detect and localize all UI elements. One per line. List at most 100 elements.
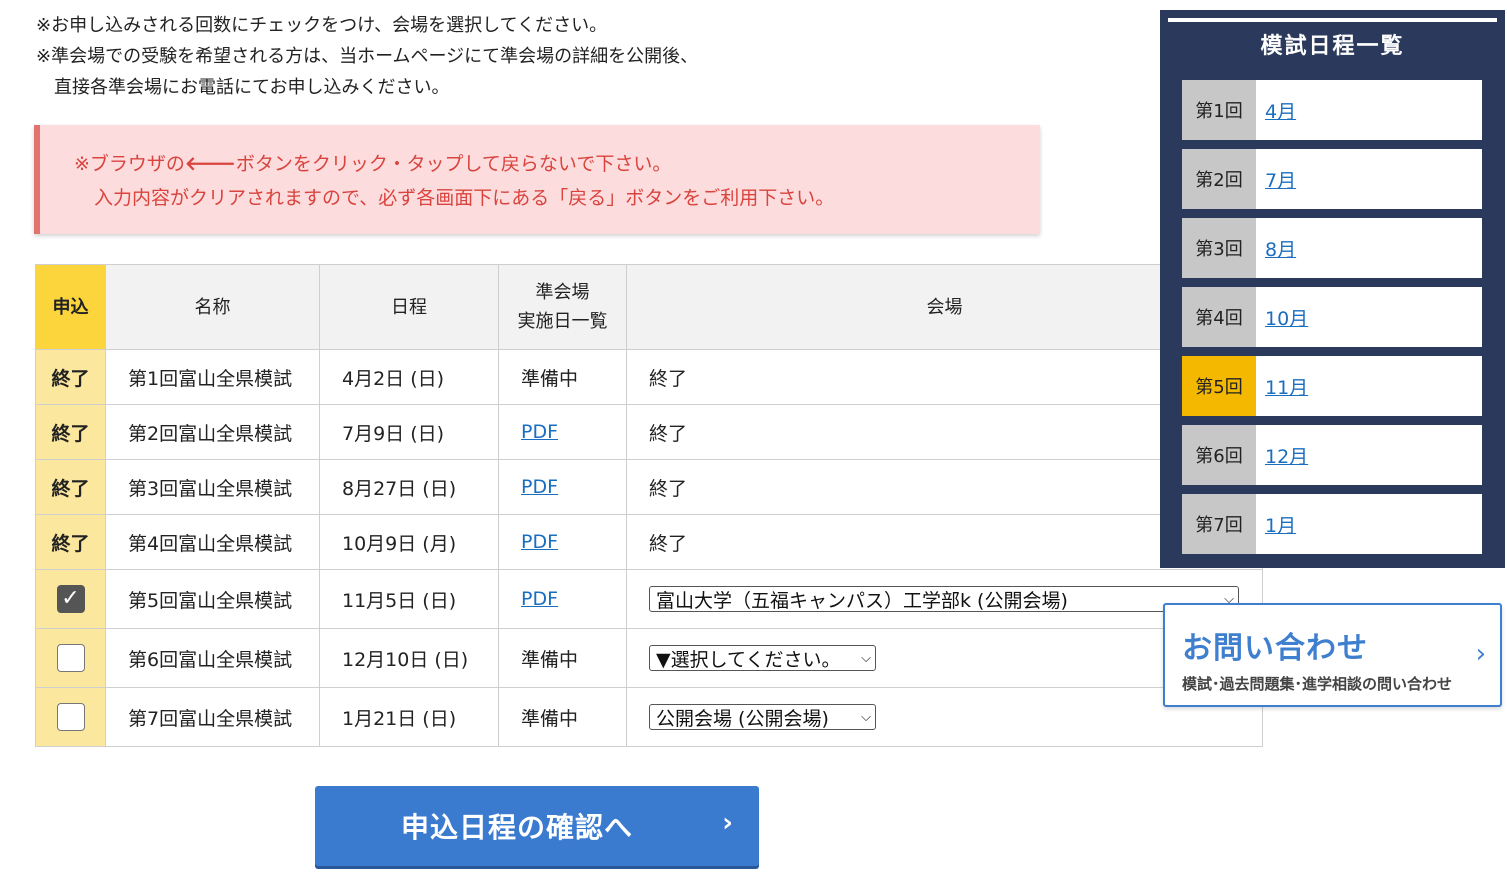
- instruction-line-3: 直接各準会場にお電話にてお申し込みください。: [54, 77, 450, 98]
- warning-line-2: 入力内容がクリアされますので、必ず各画面下にある「戻る」ボタンをご利用下さい。: [94, 187, 835, 209]
- apply-cell: ✓: [35, 569, 106, 629]
- sidebar-item-number: 第2回: [1182, 149, 1256, 209]
- sidebar-month-link[interactable]: 1月: [1265, 511, 1296, 538]
- sidebar-item-number-current: 第5回: [1182, 356, 1256, 416]
- pre-venue-cell: PDF: [498, 514, 627, 570]
- table-header-row: 申込 名称 日程 準会場 実施日一覧 会場: [35, 264, 1263, 350]
- pre-venue-cell: PDF: [498, 404, 627, 460]
- contact-title: お問い合わせ: [1182, 631, 1368, 666]
- sidebar-item-7: 第7回 1月: [1182, 494, 1482, 554]
- sidebar-item-1: 第1回 4月: [1182, 80, 1482, 140]
- apply-checkbox-7[interactable]: [56, 703, 85, 731]
- status-cell: 終了: [35, 404, 106, 460]
- venue-select-7[interactable]: 公開会場 (公開会場) ⌵: [649, 704, 876, 730]
- exam-name: 第3回富山全県模試: [105, 459, 320, 515]
- sidebar-item-number: 第4回: [1182, 287, 1256, 347]
- header-date: 日程: [319, 264, 499, 350]
- chevron-down-icon: ⌵: [861, 650, 871, 666]
- sidebar-item-month-cell: 4月: [1256, 80, 1482, 140]
- status-cell: 終了: [35, 459, 106, 515]
- sidebar-item-3: 第3回 8月: [1182, 218, 1482, 278]
- pdf-link[interactable]: PDF: [521, 588, 558, 610]
- sidebar-item-month-cell: 8月: [1256, 218, 1482, 278]
- apply-checkbox-5[interactable]: ✓: [56, 585, 85, 613]
- exam-name: 第1回富山全県模試: [105, 349, 320, 405]
- chevron-right-icon: ›: [722, 808, 733, 838]
- confirm-schedule-button[interactable]: 申込日程の確認へ ›: [315, 786, 759, 866]
- header-pre-venue-line1: 準会場: [535, 282, 590, 303]
- status-cell: 終了: [35, 514, 106, 570]
- sidebar-item-5: 第5回 11月: [1182, 356, 1482, 416]
- instruction-line-1: ※お申し込みされる回数にチェックをつけ、会場を選択してください。: [36, 15, 608, 36]
- sidebar-month-link[interactable]: 7月: [1265, 166, 1296, 193]
- sidebar-item-number: 第7回: [1182, 494, 1256, 554]
- sidebar-item-4: 第4回 10月: [1182, 287, 1482, 347]
- sidebar-item-6: 第6回 12月: [1182, 425, 1482, 485]
- apply-checkbox-6[interactable]: [56, 644, 85, 672]
- exam-date: 11月5日 (日): [319, 569, 499, 629]
- venue-select-value: 公開会場 (公開会場): [656, 707, 829, 730]
- chevron-down-icon: ⌵: [861, 709, 871, 725]
- exam-name: 第7回富山全県模試: [105, 687, 320, 747]
- sidebar-month-link[interactable]: 11月: [1265, 373, 1308, 400]
- table-row: 終了 第3回富山全県模試 8月27日 (日) PDF 終了: [35, 459, 1263, 515]
- apply-cell: [35, 628, 106, 688]
- venue-select-value: ▼選択してください。: [656, 648, 841, 671]
- warning-suffix: ボタンをクリック・タップして戻らないで下さい。: [235, 153, 672, 175]
- instructions: ※お申し込みされる回数にチェックをつけ、会場を選択してください。 ※準会場での受…: [36, 10, 698, 103]
- sidebar-item-number: 第3回: [1182, 218, 1256, 278]
- header-pre-venue: 準会場 実施日一覧: [498, 264, 627, 350]
- apply-cell: [35, 687, 106, 747]
- pre-venue-status: 準備中: [498, 628, 627, 688]
- warning-prefix: ※ブラウザの: [74, 153, 185, 175]
- table-row: 終了 第4回富山全県模試 10月9日 (月) PDF 終了: [35, 514, 1263, 570]
- exam-date: 12月10日 (日): [319, 628, 499, 688]
- status-cell: 終了: [35, 349, 106, 405]
- sidebar-list: 第1回 4月 第2回 7月 第3回 8月 第4回 10月 第5回 11月 第6回…: [1182, 80, 1482, 563]
- pdf-link[interactable]: PDF: [521, 476, 558, 498]
- venue-select-6[interactable]: ▼選択してください。 ⌵: [649, 645, 876, 671]
- sidebar-item-2: 第2回 7月: [1182, 149, 1482, 209]
- header-name: 名称: [105, 264, 320, 350]
- sidebar-item-number: 第6回: [1182, 425, 1256, 485]
- pre-venue-cell: PDF: [498, 459, 627, 515]
- table-row: 終了 第1回富山全県模試 4月2日 (日) 準備中 終了: [35, 349, 1263, 405]
- venue-select-value: 富山大学（五福キャンパス）工学部k (公開会場): [656, 589, 1068, 612]
- contact-subtitle: 模試･過去問題集･進学相談の問い合わせ: [1182, 675, 1453, 693]
- sidebar-month-link[interactable]: 12月: [1265, 442, 1308, 469]
- sidebar-month-link[interactable]: 8月: [1265, 235, 1296, 262]
- header-pre-venue-line2: 実施日一覧: [517, 311, 608, 332]
- exam-date: 1月21日 (日): [319, 687, 499, 747]
- sidebar-divider: [1168, 18, 1497, 22]
- exam-schedule-table: 申込 名称 日程 準会場 実施日一覧 会場 終了 第1回富山全県模試 4月2日 …: [35, 264, 1263, 747]
- pdf-link[interactable]: PDF: [521, 421, 558, 443]
- exam-date: 7月9日 (日): [319, 404, 499, 460]
- pdf-link[interactable]: PDF: [521, 531, 558, 553]
- exam-date: 4月2日 (日): [319, 349, 499, 405]
- pre-venue-status: 準備中: [498, 687, 627, 747]
- chevron-right-icon: ›: [1475, 639, 1486, 669]
- table-row: 第6回富山全県模試 12月10日 (日) 準備中 ▼選択してください。 ⌵: [35, 628, 1263, 688]
- sidebar-month-link[interactable]: 10月: [1265, 304, 1308, 331]
- sidebar-month-link[interactable]: 4月: [1265, 97, 1296, 124]
- pre-venue-status: 準備中: [498, 349, 627, 405]
- exam-name: 第4回富山全県模試: [105, 514, 320, 570]
- contact-button[interactable]: お問い合わせ 模試･過去問題集･進学相談の問い合わせ ›: [1163, 603, 1502, 707]
- browser-back-warning: ※ブラウザの🡐ボタンをクリック・タップして戻らないで下さい。 入力内容がクリアさ…: [34, 125, 1040, 234]
- exam-name: 第6回富山全県模試: [105, 628, 320, 688]
- sidebar-item-month-cell: 11月: [1256, 356, 1482, 416]
- warning-line-1: ※ブラウザの🡐ボタンをクリック・タップして戻らないで下さい。: [74, 147, 1040, 181]
- sidebar-item-month-cell: 10月: [1256, 287, 1482, 347]
- exam-schedule-sidebar: 模試日程一覧 第1回 4月 第2回 7月 第3回 8月 第4回 10月 第5回 …: [1160, 10, 1505, 568]
- header-apply: 申込: [35, 264, 106, 350]
- table-row: 終了 第2回富山全県模試 7月9日 (日) PDF 終了: [35, 404, 1263, 460]
- exam-date: 8月27日 (日): [319, 459, 499, 515]
- exam-name: 第2回富山全県模試: [105, 404, 320, 460]
- sidebar-item-month-cell: 1月: [1256, 494, 1482, 554]
- exam-date: 10月9日 (月): [319, 514, 499, 570]
- instruction-line-2: ※準会場での受験を希望される方は、当ホームページにて準会場の詳細を公開後、: [36, 46, 699, 67]
- table-row: ✓ 第5回富山全県模試 11月5日 (日) PDF 富山大学（五福キャンパス）工…: [35, 569, 1263, 629]
- venue-select-5[interactable]: 富山大学（五福キャンパス）工学部k (公開会場) ⌵: [649, 586, 1239, 612]
- sidebar-title: 模試日程一覧: [1260, 34, 1405, 59]
- confirm-button-label: 申込日程の確認へ: [400, 811, 633, 844]
